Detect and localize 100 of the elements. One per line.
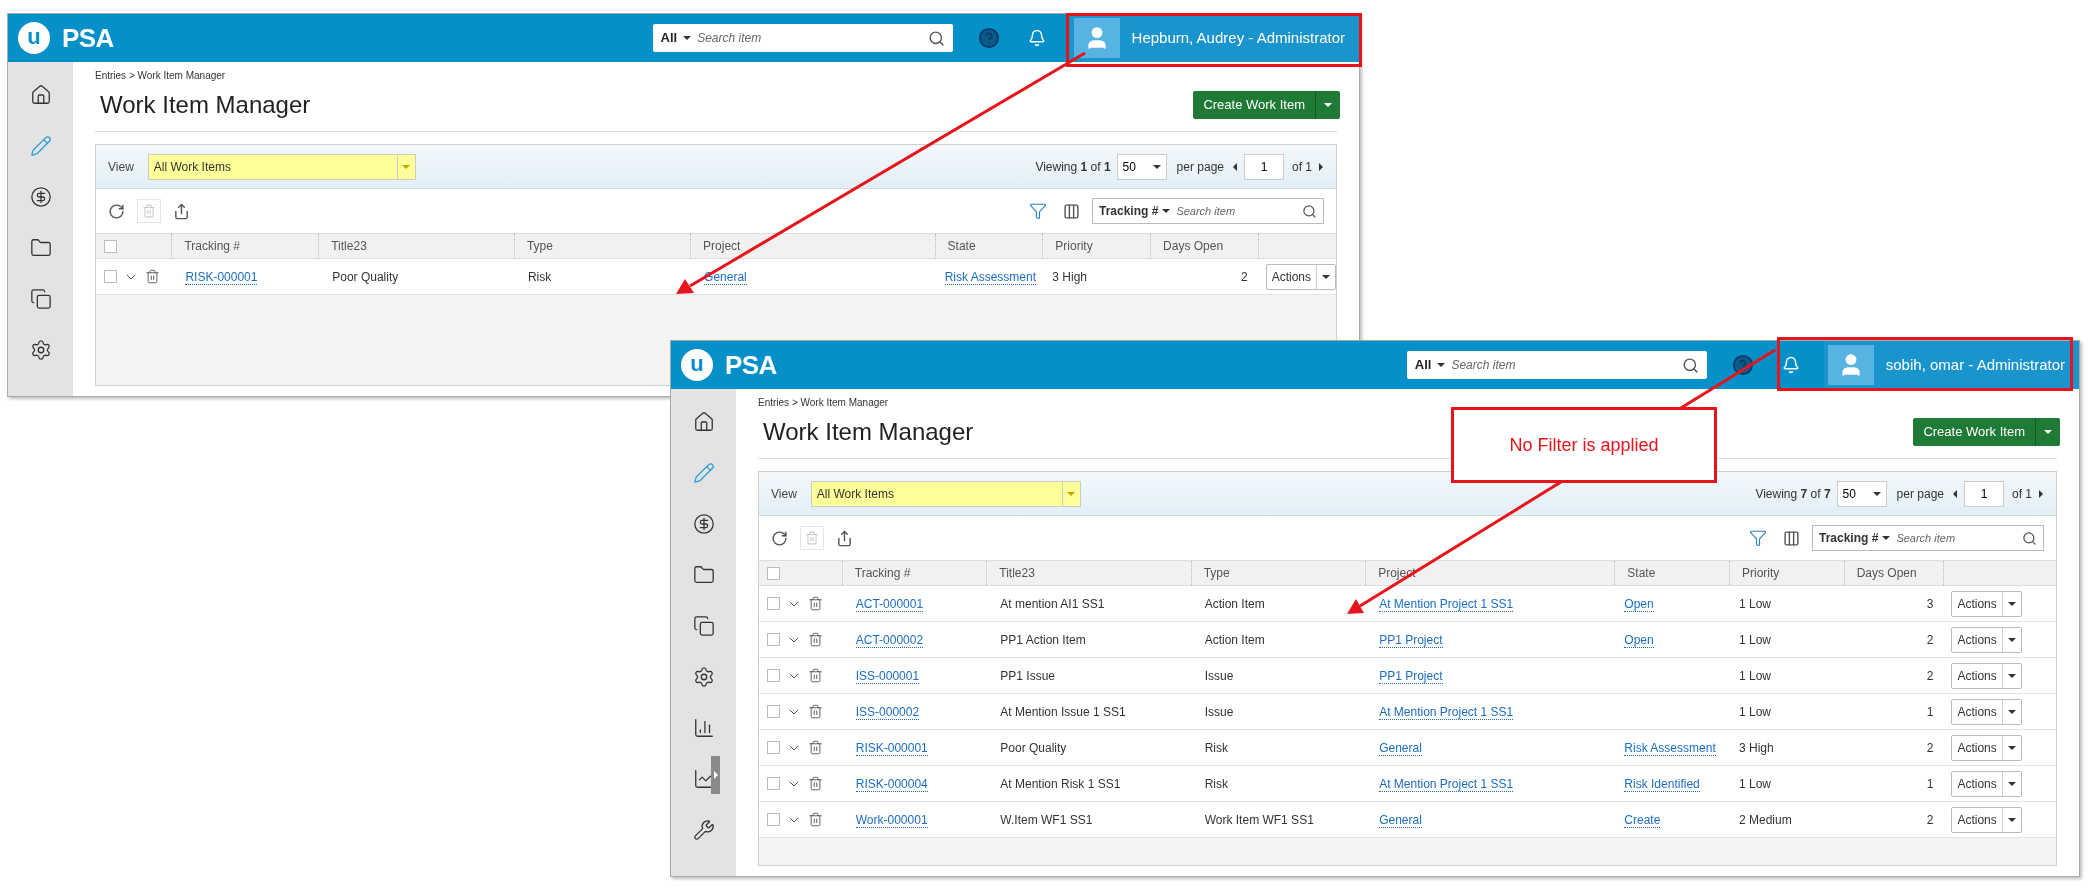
table-link[interactable]: At Mention Project 1 SS1 bbox=[1379, 596, 1514, 612]
table-link[interactable]: RISK-000004 bbox=[855, 776, 928, 792]
trash-icon[interactable] bbox=[808, 776, 823, 791]
table-link[interactable]: ACT-000001 bbox=[855, 596, 924, 612]
column-header[interactable]: Priority bbox=[1742, 564, 1780, 582]
table-link[interactable]: General bbox=[1379, 740, 1422, 756]
columns-icon[interactable] bbox=[1063, 202, 1080, 220]
row-checkbox[interactable] bbox=[767, 633, 780, 646]
settings-icon[interactable] bbox=[692, 666, 715, 688]
column-header[interactable]: Title23 bbox=[999, 564, 1035, 582]
view-dropdown[interactable]: All Work Items bbox=[810, 480, 1081, 507]
table-link[interactable]: RISK-000001 bbox=[855, 740, 928, 756]
export-icon[interactable] bbox=[836, 529, 853, 547]
table-link[interactable]: Risk Identified bbox=[1624, 776, 1700, 792]
select-all-checkbox[interactable] bbox=[104, 239, 117, 253]
search-input[interactable]: Search item bbox=[1451, 356, 1676, 374]
search-icon[interactable] bbox=[1302, 203, 1317, 219]
column-header[interactable]: Title23 bbox=[331, 237, 367, 255]
actions-dropdown[interactable]: Actions bbox=[1951, 662, 2022, 689]
view-dropdown[interactable]: All Work Items bbox=[147, 153, 416, 180]
row-checkbox[interactable] bbox=[767, 813, 780, 826]
table-link[interactable]: At Mention Project 1 SS1 bbox=[1379, 776, 1514, 792]
search-field[interactable]: All Search item bbox=[1406, 351, 1707, 379]
dollar-icon[interactable] bbox=[29, 186, 52, 208]
trash-icon[interactable] bbox=[145, 269, 160, 284]
actions-dropdown[interactable]: Actions bbox=[1951, 626, 2022, 653]
actions-dropdown[interactable]: Actions bbox=[1951, 698, 2022, 725]
create-button[interactable]: Create Work Item bbox=[1913, 418, 2060, 446]
row-checkbox[interactable] bbox=[767, 597, 780, 610]
select-all-checkbox[interactable] bbox=[767, 566, 780, 580]
row-checkbox[interactable] bbox=[767, 777, 780, 790]
sidebar-toggle[interactable] bbox=[711, 756, 720, 794]
column-header[interactable]: Type bbox=[1203, 564, 1230, 582]
settings-icon[interactable] bbox=[29, 339, 52, 361]
table-link[interactable]: Risk Assessment bbox=[944, 269, 1036, 285]
table-link[interactable]: ISS-000002 bbox=[855, 704, 920, 720]
export-icon[interactable] bbox=[173, 202, 190, 220]
home-icon[interactable] bbox=[692, 411, 715, 433]
table-link[interactable]: PP1 Project bbox=[1379, 632, 1443, 648]
actions-dropdown[interactable]: Actions bbox=[1951, 590, 2022, 617]
table-link[interactable]: ISS-000001 bbox=[855, 668, 920, 684]
bell-icon[interactable] bbox=[1781, 356, 1800, 374]
pages-icon[interactable] bbox=[692, 615, 715, 637]
table-link[interactable]: Open bbox=[1624, 596, 1654, 612]
actions-dropdown[interactable]: Actions bbox=[1265, 263, 1337, 290]
trash-icon[interactable] bbox=[808, 812, 823, 827]
page-field[interactable]: 1 bbox=[1964, 480, 2004, 507]
column-header[interactable]: State bbox=[947, 237, 976, 255]
table-link[interactable]: Open bbox=[1624, 632, 1654, 648]
table-link[interactable]: PP1 Project bbox=[1379, 668, 1443, 684]
column-header[interactable]: Days Open bbox=[1856, 564, 1917, 582]
search-icon[interactable] bbox=[927, 29, 945, 47]
search-field[interactable]: All Search item bbox=[652, 24, 953, 52]
table-link[interactable]: Work-000001 bbox=[855, 812, 928, 828]
table-link[interactable]: At Mention Project 1 SS1 bbox=[1379, 704, 1514, 720]
search-input[interactable]: Search item bbox=[1896, 529, 2018, 547]
column-header[interactable]: Tracking # bbox=[854, 564, 911, 582]
column-header[interactable]: Project bbox=[703, 237, 741, 255]
bell-icon[interactable] bbox=[1027, 29, 1046, 47]
search-scope[interactable]: All bbox=[1414, 355, 1432, 375]
trash-icon[interactable] bbox=[808, 668, 823, 683]
page-field[interactable]: 1 bbox=[1244, 153, 1284, 180]
columns-icon[interactable] bbox=[1783, 529, 1800, 547]
row-checkbox[interactable] bbox=[104, 270, 117, 283]
per-page-dropdown[interactable]: 50 bbox=[1116, 153, 1167, 180]
column-header[interactable]: Days Open bbox=[1163, 237, 1224, 255]
table-search-field[interactable]: Tracking # Search item bbox=[1092, 198, 1324, 224]
column-header[interactable]: State bbox=[1627, 564, 1656, 582]
actions-dropdown[interactable]: Actions bbox=[1951, 806, 2022, 833]
refresh-icon[interactable] bbox=[108, 202, 125, 220]
folder-icon[interactable] bbox=[692, 564, 715, 586]
table-link[interactable]: General bbox=[704, 269, 747, 285]
bar-chart-icon[interactable] bbox=[692, 717, 715, 739]
per-page-dropdown[interactable]: 50 bbox=[1836, 480, 1887, 507]
trash-icon[interactable] bbox=[808, 704, 823, 719]
table-link[interactable]: RISK-000001 bbox=[185, 269, 258, 285]
table-link[interactable]: General bbox=[1379, 812, 1422, 828]
row-checkbox[interactable] bbox=[767, 705, 780, 718]
actions-dropdown[interactable]: Actions bbox=[1951, 734, 2022, 761]
search-icon[interactable] bbox=[2022, 530, 2037, 546]
wrench-icon[interactable] bbox=[692, 819, 715, 841]
dollar-icon[interactable] bbox=[692, 513, 715, 535]
search-icon[interactable] bbox=[1681, 356, 1699, 374]
trash-icon[interactable] bbox=[808, 596, 823, 611]
column-header[interactable]: Priority bbox=[1055, 237, 1093, 255]
table-search-field[interactable]: Tracking # Search item bbox=[1812, 525, 2044, 551]
pages-icon[interactable] bbox=[29, 288, 52, 310]
search-scope[interactable]: All bbox=[660, 28, 678, 48]
home-icon[interactable] bbox=[29, 84, 52, 106]
column-header[interactable]: Tracking # bbox=[184, 237, 240, 255]
table-link[interactable]: ACT-000002 bbox=[855, 632, 924, 648]
folder-icon[interactable] bbox=[29, 237, 52, 259]
filter-icon[interactable] bbox=[1749, 529, 1767, 547]
refresh-icon[interactable] bbox=[771, 529, 788, 547]
table-link[interactable]: Risk Assessment bbox=[1624, 740, 1716, 756]
help-icon[interactable] bbox=[977, 27, 1000, 49]
table-link[interactable]: Create bbox=[1624, 812, 1661, 828]
create-button[interactable]: Create Work Item bbox=[1193, 91, 1340, 119]
trash-icon[interactable] bbox=[808, 740, 823, 755]
search-input[interactable]: Search item bbox=[697, 29, 922, 47]
